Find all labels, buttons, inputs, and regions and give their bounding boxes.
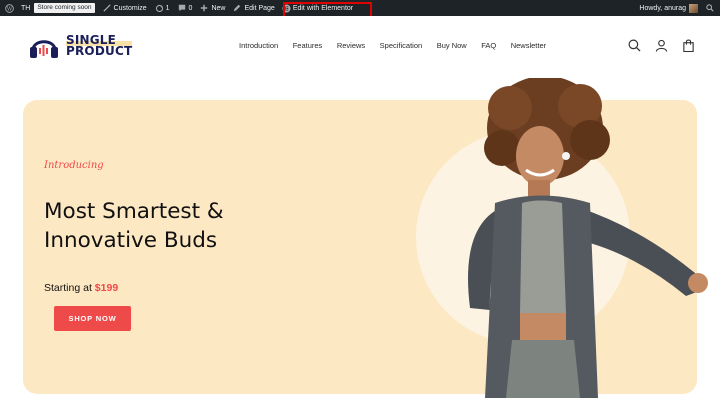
nav-reviews[interactable]: Reviews bbox=[337, 41, 365, 50]
wordpress-icon: W bbox=[5, 4, 14, 13]
customize-link[interactable]: Customize bbox=[99, 0, 151, 16]
howdy-label: Howdy, anurag bbox=[639, 4, 686, 12]
bag-icon[interactable] bbox=[682, 39, 695, 53]
comments-icon bbox=[178, 4, 186, 12]
nav-introduction[interactable]: Introduction bbox=[239, 41, 278, 50]
logo-line2: PRODUCT bbox=[66, 44, 133, 58]
elementor-icon bbox=[282, 4, 291, 13]
updates-icon bbox=[155, 4, 163, 13]
header-icons bbox=[628, 39, 695, 53]
coming-soon-badge: Store coming soon bbox=[34, 3, 95, 13]
user-icon[interactable] bbox=[655, 39, 668, 52]
store-status[interactable]: Store coming soon bbox=[34, 0, 98, 16]
site-name-menu[interactable]: TH bbox=[17, 0, 34, 16]
headphones-logo-icon bbox=[28, 32, 60, 60]
search-icon[interactable] bbox=[628, 39, 641, 52]
hero-headline: Most Smartest & Innovative Buds bbox=[44, 197, 304, 255]
plus-icon bbox=[200, 4, 208, 12]
edit-elementor-label: Edit with Elementor bbox=[292, 4, 354, 12]
updates-link[interactable]: 1 bbox=[151, 0, 174, 16]
edit-with-elementor-link[interactable]: Edit with Elementor bbox=[279, 0, 357, 16]
comments-count: 0 bbox=[188, 4, 193, 12]
logo-text: SINGLE PRODUCT bbox=[66, 34, 133, 58]
admin-search-button[interactable] bbox=[702, 0, 720, 16]
my-account-menu[interactable]: Howdy, anurag bbox=[635, 0, 702, 16]
customize-icon bbox=[102, 4, 111, 12]
updates-count: 1 bbox=[165, 4, 170, 12]
nav-specification[interactable]: Specification bbox=[380, 41, 423, 50]
new-label: New bbox=[211, 4, 226, 12]
hero-model-image bbox=[468, 78, 708, 398]
comments-link[interactable]: 0 bbox=[174, 0, 197, 16]
nav-faq[interactable]: FAQ bbox=[481, 41, 496, 50]
starting-price: Starting at $199 bbox=[44, 282, 118, 294]
hero-intro: Introducing bbox=[44, 160, 104, 171]
headline-line2: Innovative Buds bbox=[44, 228, 218, 253]
main-nav: Introduction Features Reviews Specificat… bbox=[239, 41, 561, 50]
wp-admin-bar: W TH Store coming soon Customize 1 0 New bbox=[0, 0, 720, 16]
search-icon bbox=[706, 4, 714, 12]
wp-logo-menu[interactable]: W bbox=[0, 0, 17, 16]
nav-newsletter[interactable]: Newsletter bbox=[511, 41, 546, 50]
svg-text:W: W bbox=[7, 6, 13, 12]
starting-text: Starting at bbox=[44, 282, 92, 294]
site-header: SINGLE PRODUCT Introduction Features Rev… bbox=[0, 16, 720, 76]
new-content-link[interactable]: New bbox=[196, 0, 229, 16]
avatar bbox=[689, 3, 698, 13]
customize-label: Customize bbox=[113, 4, 147, 12]
site-name: TH bbox=[21, 4, 31, 12]
price: $199 bbox=[94, 282, 119, 294]
headline-line1: Most Smartest & bbox=[44, 199, 224, 224]
edit-page-label: Edit Page bbox=[244, 4, 275, 12]
nav-features[interactable]: Features bbox=[293, 41, 323, 50]
edit-icon bbox=[233, 4, 241, 12]
shop-now-button[interactable]: SHOP NOW bbox=[54, 306, 131, 331]
edit-page-link[interactable]: Edit Page bbox=[229, 0, 278, 16]
nav-buy-now[interactable]: Buy Now bbox=[437, 41, 467, 50]
site-logo[interactable]: SINGLE PRODUCT bbox=[28, 32, 133, 60]
